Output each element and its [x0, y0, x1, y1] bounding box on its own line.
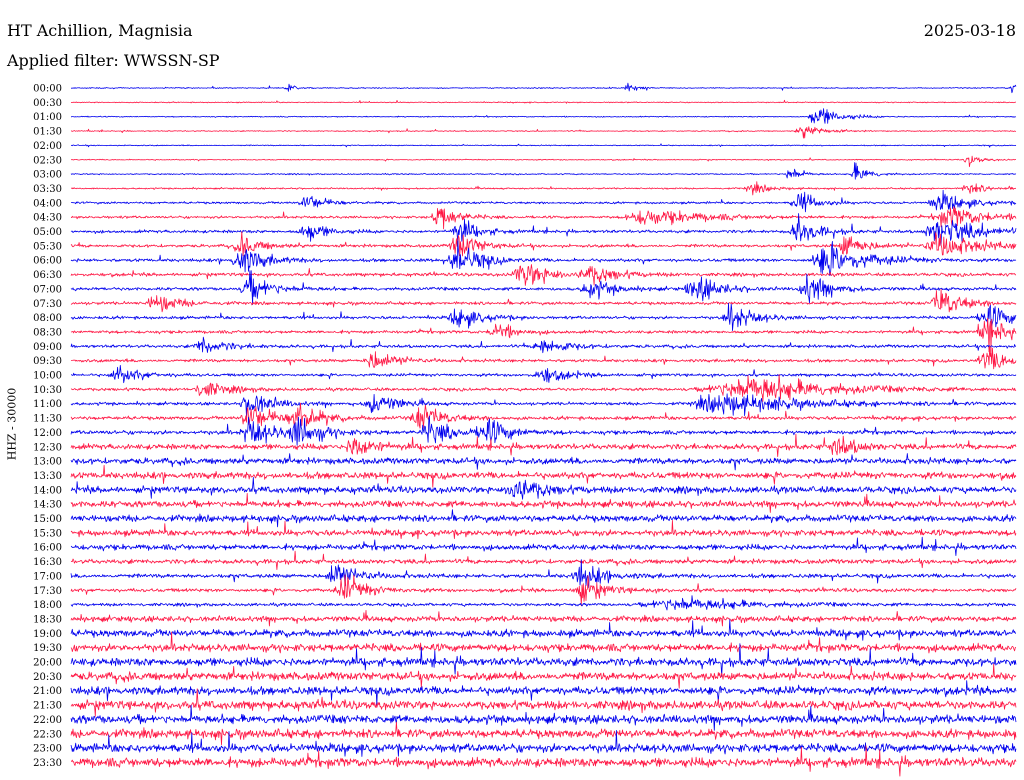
trace-line — [70, 288, 1017, 313]
row-time-label: 13:00 — [33, 457, 62, 468]
row-time-label: 18:00 — [33, 600, 62, 611]
trace-line — [70, 143, 1017, 148]
trace-line — [70, 402, 1017, 429]
trace-line — [70, 189, 1017, 213]
row-time-label: 05:00 — [33, 227, 62, 238]
trace-line — [70, 393, 1017, 418]
trace-line — [71, 82, 1017, 94]
row-time-label: 02:00 — [33, 141, 62, 152]
row-time-label: 14:00 — [33, 485, 62, 496]
trace-line — [70, 509, 1017, 528]
row-time-label: 23:00 — [33, 744, 62, 755]
trace-line — [70, 206, 1017, 230]
row-time-label: 02:30 — [33, 155, 62, 166]
row-time-label: 05:30 — [33, 241, 62, 252]
row-time-label: 22:30 — [33, 729, 62, 740]
row-time-label: 20:00 — [33, 658, 62, 669]
trace-line — [70, 595, 1017, 611]
row-time-label: 04:00 — [33, 198, 62, 209]
trace-line — [70, 213, 1017, 246]
row-time-label: 09:00 — [33, 342, 62, 353]
row-time-label: 09:30 — [33, 356, 62, 367]
row-time-label: 10:30 — [33, 385, 62, 396]
trace-line — [70, 155, 1017, 168]
trace-group — [70, 82, 1017, 777]
trace-line — [70, 270, 1017, 305]
row-time-label: 11:00 — [33, 399, 62, 410]
trace-line — [70, 374, 1017, 402]
row-time-label: 16:30 — [33, 557, 62, 568]
row-time-label: 04:30 — [33, 213, 62, 224]
trace-line — [70, 520, 1017, 540]
row-time-label: 01:30 — [33, 127, 62, 138]
helicorder-plot: 00:00 00:30 01:00 01:30 02:00 02:30 03:00 03:30… — [33, 82, 1017, 777]
row-time-label: 07:00 — [33, 284, 62, 295]
trace-line — [70, 465, 1017, 488]
row-time-label: 16:00 — [33, 543, 62, 554]
row-time-label: 22:00 — [33, 715, 62, 726]
trace-line — [70, 302, 1017, 331]
trace-line — [70, 433, 1017, 457]
row-time-label: 12:30 — [33, 442, 62, 453]
row-time-label: 10:00 — [33, 371, 62, 382]
trace-line — [70, 610, 1017, 627]
row-time-label: 00:30 — [33, 98, 62, 109]
trace-line — [70, 99, 1016, 104]
row-time-label: 19:00 — [33, 629, 62, 640]
row-time-label: 23:30 — [33, 758, 62, 769]
time-label-group: 00:00 00:30 01:00 01:30 02:00 02:30 03:00 03:30… — [33, 84, 62, 769]
trace-line — [70, 162, 1017, 180]
row-time-label: 18:30 — [33, 614, 62, 625]
row-time-label: 08:30 — [33, 327, 62, 338]
trace-line — [70, 477, 1017, 500]
row-time-label: 11:30 — [33, 414, 62, 425]
row-time-label: 17:00 — [33, 571, 62, 582]
trace-line — [70, 704, 1017, 731]
trace-line — [70, 559, 1017, 589]
row-time-label: 12:00 — [33, 428, 62, 439]
trace-line — [71, 181, 1017, 196]
row-time-label: 00:00 — [33, 84, 62, 95]
row-time-label: 14:30 — [33, 500, 62, 511]
row-time-label: 20:30 — [33, 672, 62, 683]
trace-line — [70, 108, 1017, 124]
row-time-label: 06:30 — [33, 270, 62, 281]
trace-line — [70, 336, 1017, 354]
row-time-label: 13:30 — [33, 471, 62, 482]
row-time-label: 15:30 — [33, 528, 62, 539]
row-time-label: 03:30 — [33, 184, 62, 195]
trace-line — [71, 365, 1017, 384]
row-time-label: 01:00 — [33, 112, 62, 123]
row-time-label: 15:00 — [33, 514, 62, 525]
trace-line — [70, 264, 1017, 286]
trace-line — [70, 453, 1017, 471]
row-time-label: 17:30 — [33, 586, 62, 597]
trace-line — [70, 550, 1017, 570]
trace-line — [70, 663, 1017, 689]
row-time-label: 21:00 — [33, 686, 62, 697]
trace-line — [70, 231, 1017, 257]
row-time-label: 19:30 — [33, 643, 62, 654]
row-time-label: 21:30 — [33, 701, 62, 712]
row-time-label: 07:30 — [33, 299, 62, 310]
trace-line — [70, 536, 1017, 556]
trace-line — [70, 126, 1017, 139]
row-time-label: 06:00 — [33, 256, 62, 267]
trace-line — [70, 721, 1017, 746]
trace-line — [70, 619, 1016, 641]
trace-line — [70, 574, 1017, 607]
trace-line — [70, 415, 1017, 446]
row-time-label: 03:00 — [33, 170, 62, 181]
row-time-label: 08:00 — [33, 313, 62, 324]
